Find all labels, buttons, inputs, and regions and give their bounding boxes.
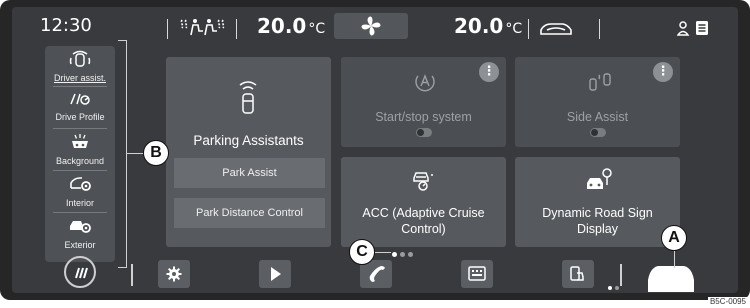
callout-c: C xyxy=(349,239,375,265)
car-icon[interactable] xyxy=(644,262,698,293)
callout-b: B xyxy=(143,140,169,166)
temperature-left-value: 20.0 xyxy=(257,14,307,38)
user-profile-icon[interactable] xyxy=(676,20,691,40)
dock-separator xyxy=(620,264,622,286)
page-dot[interactable] xyxy=(400,252,405,257)
temperature-right-unit: °C xyxy=(505,21,523,37)
interior-icon xyxy=(68,177,92,197)
status-separator xyxy=(599,19,600,39)
settings-button[interactable] xyxy=(158,260,190,288)
temperature-right-value: 20.0 xyxy=(454,14,504,38)
side-item-exterior[interactable]: Exterior xyxy=(45,217,115,250)
tile-title-line: Display xyxy=(577,222,618,236)
tile-side-assist[interactable]: ⋮ Side Assist xyxy=(515,57,680,147)
infotainment-frame: 12:30 20.0 °C 20.0 °C Driver assist. Dri… xyxy=(0,0,750,300)
status-separator xyxy=(167,19,168,39)
side-item-label: Background xyxy=(55,156,105,166)
side-item-label: Driver assist. xyxy=(53,73,106,83)
start-stop-toggle[interactable] xyxy=(416,128,432,137)
menu-icon xyxy=(73,265,89,285)
page-dot[interactable] xyxy=(615,286,619,290)
side-item-interior[interactable]: Interior xyxy=(45,175,115,208)
tile-title: Start/stop system xyxy=(375,110,472,124)
tile-start-stop[interactable]: ⋮ Start/stop system xyxy=(341,57,506,147)
start-stop-icon xyxy=(413,69,437,97)
status-separator xyxy=(528,19,529,39)
dock-separator xyxy=(131,264,133,286)
park-distance-control-button[interactable]: Park Distance Control xyxy=(174,198,325,228)
tile-title: Parking Assistants xyxy=(193,133,304,148)
infotainment-screen: 12:30 20.0 °C 20.0 °C Driver assist. Dri… xyxy=(12,7,738,293)
side-item-driver-assist[interactable]: Driver assist. xyxy=(45,50,115,83)
side-item-label: Exterior xyxy=(64,240,96,250)
callout-a: A xyxy=(661,225,687,251)
keyboard-button[interactable] xyxy=(461,260,493,288)
seat-heating-icon[interactable] xyxy=(178,17,226,43)
side-divider xyxy=(53,128,107,129)
more-options-icon[interactable]: ⋮ xyxy=(653,62,673,82)
settings-icon xyxy=(166,266,182,286)
side-divider xyxy=(53,86,107,87)
background-icon xyxy=(69,134,91,155)
side-item-drive-profile[interactable]: Drive Profile xyxy=(45,91,115,122)
page-indicator[interactable] xyxy=(392,252,432,258)
callout-line-a xyxy=(674,250,675,268)
callout-line-c xyxy=(373,252,391,253)
figure-code: B5C-0095 xyxy=(707,297,748,306)
side-divider xyxy=(53,170,107,171)
page-dot[interactable] xyxy=(408,252,413,257)
driver-assist-icon xyxy=(69,50,91,72)
road-sign-icon xyxy=(585,167,613,197)
fan-button[interactable] xyxy=(334,13,408,39)
temperature-left[interactable]: 20.0 °C xyxy=(257,14,325,38)
callout-bracket-b xyxy=(118,40,127,268)
notes-icon[interactable] xyxy=(695,20,709,40)
media-button[interactable] xyxy=(259,260,291,288)
dock-page-indicator[interactable] xyxy=(608,286,628,291)
temperature-left-unit: °C xyxy=(308,21,326,37)
tile-dynamic-road-sign[interactable]: Dynamic Road Sign Display xyxy=(515,157,680,247)
status-separator xyxy=(236,19,237,39)
tile-parking-assistants[interactable]: Parking Assistants Park Assist Park Dist… xyxy=(166,57,331,247)
phone-icon xyxy=(367,264,387,288)
app-connect-icon xyxy=(569,265,587,287)
tile-title: Side Assist xyxy=(566,110,629,124)
page-dot-active[interactable] xyxy=(392,252,397,257)
air-recirculation-icon[interactable] xyxy=(537,20,575,42)
parking-sensor-icon xyxy=(234,79,262,119)
side-item-background[interactable]: Background xyxy=(45,133,115,166)
acc-icon xyxy=(411,169,437,197)
app-connect-button[interactable] xyxy=(562,260,594,288)
side-item-label: Interior xyxy=(65,198,94,208)
tile-title-line: ACC (Adaptive Cruise xyxy=(362,206,485,220)
side-divider xyxy=(53,212,107,213)
clock: 12:30 xyxy=(40,15,92,36)
side-assist-icon xyxy=(587,71,613,97)
tile-title-line: Control) xyxy=(401,222,446,236)
home-menu-button[interactable] xyxy=(64,256,96,288)
side-assist-toggle[interactable] xyxy=(590,128,606,137)
side-item-label: Drive Profile xyxy=(55,112,105,122)
tile-title-line: Dynamic Road Sign xyxy=(542,206,653,220)
page-dot-active[interactable] xyxy=(608,286,612,290)
side-panel: Driver assist. Drive Profile Background … xyxy=(45,46,115,262)
exterior-icon xyxy=(68,220,92,239)
fan-icon xyxy=(360,15,382,41)
tile-acc[interactable]: ACC (Adaptive Cruise Control) xyxy=(341,157,506,247)
more-options-icon[interactable]: ⋮ xyxy=(479,62,499,82)
temperature-right[interactable]: 20.0 °C xyxy=(454,14,522,38)
park-assist-button[interactable]: Park Assist xyxy=(174,158,325,188)
keyboard-icon xyxy=(468,265,486,287)
drive-profile-icon xyxy=(68,92,92,111)
play-icon xyxy=(270,266,282,286)
